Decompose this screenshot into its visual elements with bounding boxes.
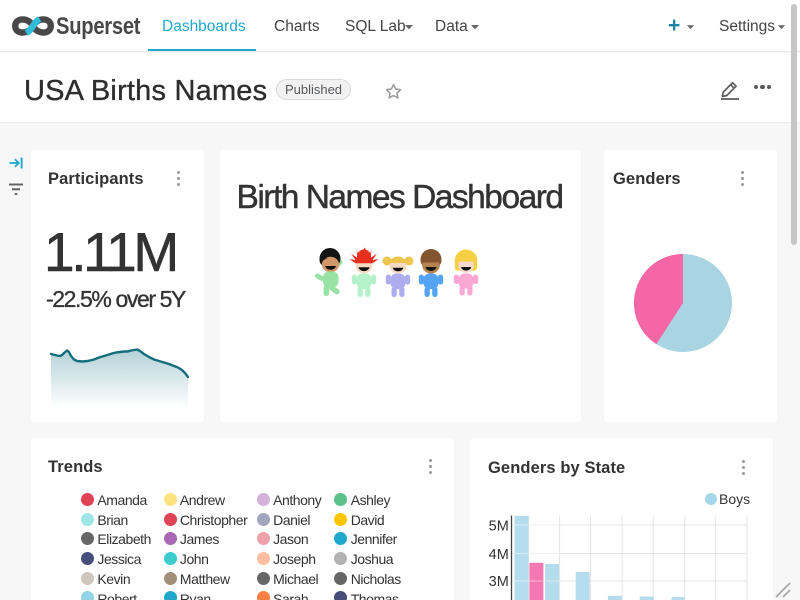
- svg-text:4M: 4M: [489, 547, 509, 563]
- svg-text:3M: 3M: [489, 574, 509, 590]
- svg-text:5M: 5M: [489, 518, 509, 534]
